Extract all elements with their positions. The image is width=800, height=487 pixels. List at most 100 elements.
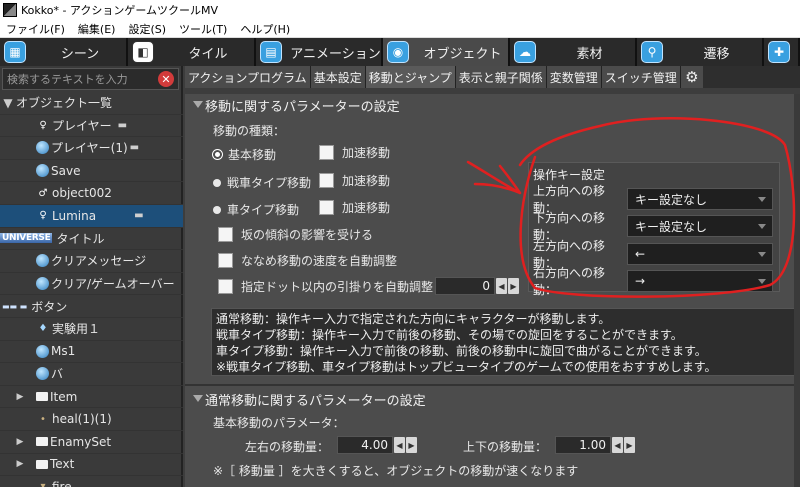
tab-scene[interactable]: ▦ シーン (0, 38, 128, 66)
tree-item-clear-message[interactable]: クリアメッセージ (0, 250, 183, 273)
decrement-icon[interactable]: ◀ (496, 278, 507, 294)
dot-snag-stepper[interactable]: 0 ◀ ▶ (435, 277, 519, 295)
tab-animation[interactable]: ▤ アニメーション (256, 38, 383, 66)
object-settings-area: アクションプログラム 基本設定 移動とジャンプ 表示と親子関係 変数管理 スイッ… (185, 66, 800, 487)
decrement-icon[interactable]: ◀ (394, 437, 405, 453)
clear-search-icon[interactable]: ✕ (158, 71, 174, 87)
sphere-icon (36, 141, 49, 155)
lr-amount-value[interactable]: 4.00 (337, 436, 393, 454)
tree-root[interactable]: ▼ オブジェクト一覧 (0, 92, 183, 115)
tree-item-player[interactable]: ♀ プレイヤー ▬ (0, 115, 183, 138)
radio-tank-move[interactable]: 戦車タイプ移動 (213, 174, 311, 191)
radio-icon (213, 178, 221, 187)
tab-transition[interactable]: ⚲ 遷移 (637, 38, 764, 66)
lr-amount-label: 左右の移動量： (245, 440, 330, 454)
key-row-right: 右方向への移動： → (529, 266, 781, 297)
checkbox-accel-basic[interactable]: 加速移動 (319, 144, 390, 161)
tab-move-and-jump[interactable]: 移動とジャンプ (365, 66, 456, 88)
search-box: ✕ (2, 68, 179, 90)
checkbox-accel-tank[interactable]: 加速移動 (319, 172, 390, 189)
dropdown-arrow-icon (758, 279, 766, 284)
tab-action-program[interactable]: アクションプログラム (185, 66, 311, 88)
tree-folder-item[interactable]: ▶ Item (0, 386, 183, 409)
tab-material[interactable]: ☁ 素材 (510, 38, 637, 66)
menu-settings[interactable]: 設定(S) (122, 21, 173, 37)
tab-extra[interactable]: ✚ (764, 38, 800, 66)
tab-switches[interactable]: スイッチ管理 (601, 66, 681, 88)
collapsed-toggle-icon[interactable]: ▶ (14, 392, 26, 402)
tree-item-title[interactable]: UNIVERSE タイトル (0, 228, 183, 251)
tree-item-save[interactable]: Save (0, 160, 183, 183)
ud-amount-value[interactable]: 1.00 (555, 436, 611, 454)
menu-edit[interactable]: 編集(E) (72, 21, 123, 37)
move-section-header[interactable]: 移動に関するパラメーターの設定 (185, 94, 800, 116)
tree-item-lumina[interactable]: ♀ Lumina ▬ (0, 204, 183, 228)
lr-amount-stepper[interactable]: 4.00 ◀ ▶ (337, 436, 417, 454)
dot-snag-value[interactable]: 0 (435, 277, 495, 295)
key-settings-panel: 操作キー設定 上方向への移動： キー設定なし 下方向への移動： キー設定なし 左… (528, 162, 781, 297)
menu-help[interactable]: ヘルプ(H) (234, 21, 297, 37)
tree-folder-text[interactable]: ▶ Text (0, 454, 183, 477)
tab-variables[interactable]: 変数管理 (546, 66, 602, 88)
tree-item-ba[interactable]: バ (0, 363, 183, 386)
tree-item-player-1[interactable]: プレイヤー(1) ▬ (0, 137, 183, 160)
tab-object[interactable]: ◉ オブジェクト (383, 38, 510, 66)
key-select-down[interactable]: キー設定なし (627, 215, 773, 237)
tab-tile[interactable]: ◧ タイル (128, 38, 256, 66)
tree-item-clear-gameover[interactable]: クリア/ゲームオーバー (0, 273, 183, 296)
checkbox-box[interactable] (218, 279, 233, 294)
tree-item-ms1[interactable]: Ms1 (0, 341, 183, 364)
normal-section-header[interactable]: 通常移動に関するパラメーターの設定 (185, 388, 800, 410)
animation-icon: ▤ (260, 41, 282, 63)
radio-basic-move[interactable]: 基本移動 (213, 146, 276, 163)
checkbox-box[interactable] (319, 145, 334, 160)
checkbox-box[interactable] (218, 227, 233, 242)
search-input[interactable] (3, 70, 158, 88)
decrement-icon[interactable]: ◀ (612, 437, 623, 453)
key-select-right[interactable]: → (627, 270, 773, 292)
app-icon (3, 3, 17, 17)
tree-item-button[interactable]: ▬▬ ▬ ボタン (0, 295, 183, 318)
checkbox-box[interactable] (319, 173, 334, 188)
expand-toggle-icon[interactable]: ▼ (0, 96, 16, 110)
increment-icon[interactable]: ▶ (406, 437, 417, 453)
tab-display-parent[interactable]: 表示と親子関係 (455, 66, 547, 88)
radio-car-move[interactable]: 車タイプ移動 (213, 201, 299, 218)
gear-icon[interactable]: ⚙ (680, 66, 703, 88)
checkbox-accel-car[interactable]: 加速移動 (319, 199, 390, 216)
checkbox-dot-snag[interactable]: 指定ドット以内の引掛りを自動調整 (218, 278, 433, 295)
vertical-scrollbar[interactable] (794, 94, 800, 487)
checkbox-slope[interactable]: 坂の傾斜の影響を受ける (218, 226, 373, 243)
object-tree: ▼ オブジェクト一覧 ♀ プレイヤー ▬ プレイヤー(1) ▬ Save ♂ o… (0, 92, 183, 487)
collapsed-toggle-icon[interactable]: ▶ (14, 459, 26, 469)
collapse-arrow-icon (193, 101, 203, 108)
increment-icon[interactable]: ▶ (624, 437, 635, 453)
increment-icon[interactable]: ▶ (508, 278, 519, 294)
tree-item-heal[interactable]: • heal(1)(1) (0, 408, 183, 431)
key-select-left[interactable]: ← (627, 243, 773, 265)
main-tab-bar: ▦ シーン ◧ タイル ▤ アニメーション ◉ オブジェクト ☁ 素材 ⚲ 遷移… (0, 38, 800, 66)
collapsed-toggle-icon[interactable]: ▶ (14, 437, 26, 447)
move-amount-note: ※［ 移動量 ］を大きくすると、オブジェクトの移動が速くなります (213, 464, 579, 478)
key-select-up[interactable]: キー設定なし (627, 188, 773, 210)
key-settings-title: 操作キー設定 (533, 168, 606, 182)
tree-folder-enamyset[interactable]: ▶ EnamySet (0, 431, 183, 454)
menu-tools[interactable]: ツール(T) (173, 21, 234, 37)
collapse-arrow-icon (193, 395, 203, 402)
folder-icon (36, 459, 48, 469)
checkbox-box[interactable] (218, 253, 233, 268)
checkbox-box[interactable] (319, 200, 334, 215)
title-bar: Kokko* - アクションゲームツクールMV (0, 0, 800, 20)
ud-amount-stepper[interactable]: 1.00 ◀ ▶ (555, 436, 635, 454)
tree-item-object002[interactable]: ♂ object002 (0, 182, 183, 205)
tree-item-fire[interactable]: ▾ fire (0, 476, 183, 487)
tree-item-experiment[interactable]: ♦ 実験用１ (0, 318, 183, 341)
tab-basic-settings[interactable]: 基本設定 (310, 66, 366, 88)
checkbox-diagonal-speed[interactable]: ななめ移動の速度を自動調整 (218, 252, 397, 269)
ud-amount-label: 上下の移動量： (463, 440, 548, 454)
menu-file[interactable]: ファイル(F) (0, 21, 72, 37)
dropdown-arrow-icon (758, 224, 766, 229)
object-list-panel: ✕ ▼ オブジェクト一覧 ♀ プレイヤー ▬ プレイヤー(1) ▬ Save ♂… (0, 66, 183, 487)
sphere-icon (36, 344, 49, 358)
object-icon: ◉ (387, 41, 409, 63)
